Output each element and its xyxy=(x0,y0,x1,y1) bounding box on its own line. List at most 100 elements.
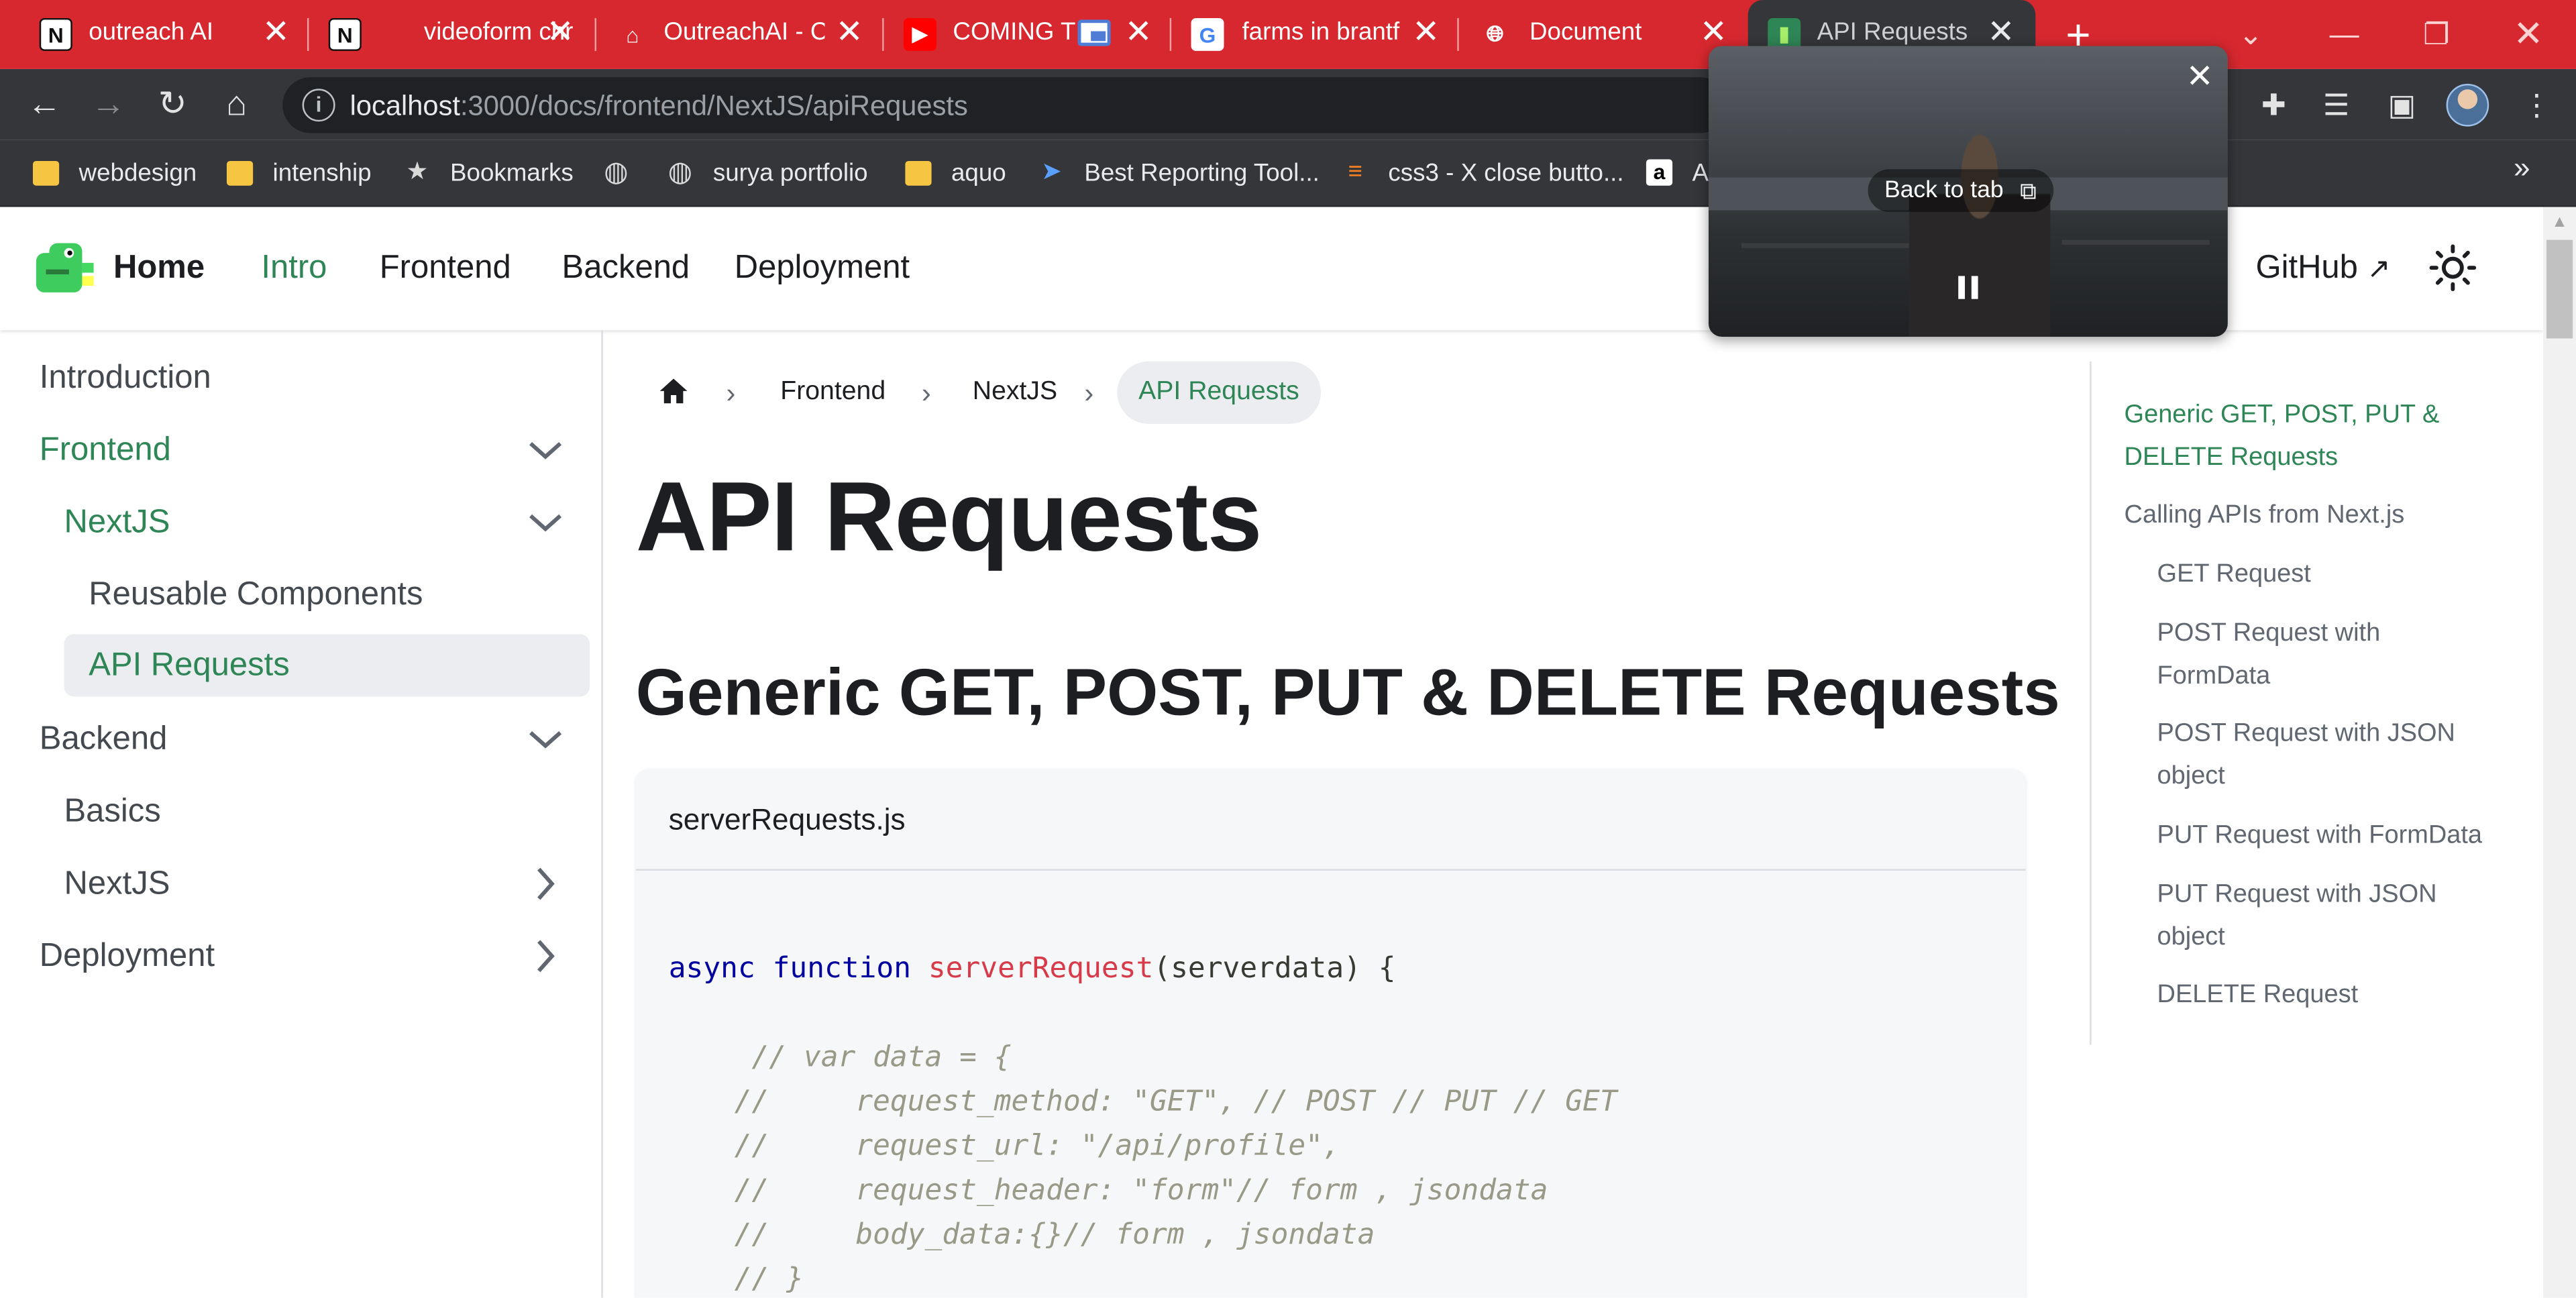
tab-search-chevron-icon[interactable]: ⌄ xyxy=(2226,10,2275,59)
sidebar-item-basics[interactable]: Basics xyxy=(64,780,590,843)
window-close-icon[interactable]: ✕ xyxy=(2504,10,2553,59)
restore-icon[interactable]: ❐ xyxy=(2412,10,2461,59)
browser-tab[interactable]: ⌂ OutreachAI - C ✕ xyxy=(596,0,884,69)
chevron-down-icon[interactable] xyxy=(526,431,566,470)
toc-link-put-json[interactable]: PUT Request with JSON object xyxy=(2157,874,2437,959)
tab-close-icon[interactable]: ✕ xyxy=(833,15,866,51)
bookmark-label: css3 - X close butto... xyxy=(1388,158,1624,186)
breadcrumb-chevron-icon: › xyxy=(1084,378,1094,409)
sidebar-item-backend[interactable]: Backend xyxy=(40,708,590,771)
toc-label: PUT Request with JSON xyxy=(2157,880,2437,909)
kebab-menu-icon[interactable]: ⋮ xyxy=(2517,85,2557,125)
sun-theme-toggle-icon[interactable] xyxy=(2428,243,2477,292)
forward-arrow-icon[interactable]: → xyxy=(87,84,130,127)
docusaurus-logo[interactable] xyxy=(33,240,95,296)
sidebar-item-label: Reusable Components xyxy=(89,576,423,612)
bookmark-item[interactable]: webdesign xyxy=(32,154,197,191)
breadcrumb-nextjs[interactable]: NextJS xyxy=(973,362,1057,424)
pip-back-to-tab-button[interactable]: Back to tab ⧉ xyxy=(1868,169,2053,212)
browser-tab[interactable]: 🌐︎ Document ✕ xyxy=(1459,0,1747,69)
page-title: API Requests xyxy=(635,462,1263,572)
pip-close-icon[interactable]: ✕ xyxy=(2182,59,2218,95)
media-queue-icon[interactable]: ☰ xyxy=(2316,85,2356,125)
tab-close-icon[interactable]: ✕ xyxy=(1409,15,1442,51)
toc-link-generic-requests[interactable]: Generic GET, POST, PUT & DELETE Requests xyxy=(2125,394,2440,480)
external-link-icon: ↗ xyxy=(2367,253,2391,284)
nav-link-backend[interactable]: Backend xyxy=(562,250,690,287)
bookmark-item[interactable]: ◍ surya portfolio xyxy=(667,154,868,191)
nav-link-intro[interactable]: Intro xyxy=(261,250,327,287)
sidebar-item-frontend[interactable]: Frontend xyxy=(40,419,590,481)
reload-icon[interactable]: ↻ xyxy=(151,84,194,127)
toc-link-post-formdata[interactable]: POST Request with FormData xyxy=(2157,612,2381,698)
youtube-icon: ▶ xyxy=(903,17,936,51)
url-host: localhost xyxy=(350,90,460,122)
tab-close-icon[interactable]: ✕ xyxy=(1122,15,1155,51)
browser-tab[interactable]: N videoform chr ✕ xyxy=(309,0,596,69)
pip-video-frame xyxy=(1909,131,2051,337)
bookmarks-overflow-chevron-icon[interactable]: » xyxy=(2514,151,2530,185)
url-path: :3000/docs/frontend/NextJS/apiRequests xyxy=(460,90,968,122)
breadcrumb-chevron-icon: › xyxy=(726,378,736,409)
home-icon[interactable]: ⌂ xyxy=(215,84,258,127)
site-info-icon[interactable]: i xyxy=(302,89,335,122)
bookmark-item[interactable]: ◍ xyxy=(603,154,649,191)
code-comment-line: // var data = { xyxy=(734,1041,1012,1075)
tab-close-icon[interactable]: ✕ xyxy=(260,15,292,51)
bookmark-item[interactable]: aquo xyxy=(905,154,1006,191)
bookmark-label: intenship xyxy=(272,158,372,186)
breadcrumb-frontend[interactable]: Frontend xyxy=(780,362,885,424)
notion-icon: N xyxy=(328,17,362,51)
plane-icon: ➤ xyxy=(1040,158,1062,186)
toc-link-calling-apis[interactable]: Calling APIs from Next.js xyxy=(2125,494,2405,537)
side-panel-icon[interactable]: ▣ xyxy=(2382,85,2422,125)
bookmark-item[interactable]: ≡ css3 - X close butto... xyxy=(1342,154,1624,191)
nav-link-deployment[interactable]: Deployment xyxy=(735,250,910,287)
sidebar-item-label: API Requests xyxy=(89,646,290,683)
chevron-right-icon[interactable] xyxy=(526,864,566,904)
sidebar-item-deployment[interactable]: Deployment xyxy=(40,925,590,987)
bookmark-item[interactable]: ➤ Best Reporting Tool... xyxy=(1038,154,1320,191)
browser-tab[interactable]: N outreach AI ✕ xyxy=(19,0,307,69)
brand-title[interactable]: Home xyxy=(113,250,205,287)
sidebar-item-label: NextJS xyxy=(64,865,170,902)
browser-tab[interactable]: ▶ COMING T ✕ xyxy=(884,0,1172,69)
star-icon: ★ xyxy=(406,158,429,186)
toc-link-delete-request[interactable]: DELETE Request xyxy=(2157,974,2359,1017)
page-scrollbar[interactable] xyxy=(2543,207,2576,1298)
bookmark-label: aquo xyxy=(951,158,1006,186)
toc-link-get-request[interactable]: GET Request xyxy=(2157,553,2311,596)
scrollbar-thumb[interactable] xyxy=(2546,239,2573,339)
sidebar-item-introduction[interactable]: Introduction xyxy=(40,347,590,409)
bookmark-item[interactable]: aA xyxy=(1646,154,1709,191)
url-text[interactable]: localhost:3000/docs/frontend/NextJS/apiR… xyxy=(350,91,968,123)
profile-avatar[interactable] xyxy=(2446,83,2489,127)
back-arrow-icon[interactable]: ← xyxy=(23,84,66,127)
pause-icon[interactable] xyxy=(1951,271,1984,304)
breadcrumb-home-icon[interactable] xyxy=(657,374,690,407)
sidebar-item-api-requests[interactable]: API Requests xyxy=(64,634,590,697)
chevron-down-icon[interactable] xyxy=(526,720,566,759)
chevron-right-icon[interactable] xyxy=(526,936,566,976)
tab-close-icon[interactable]: ✕ xyxy=(544,15,577,51)
address-bar[interactable]: i localhost:3000/docs/frontend/NextJS/ap… xyxy=(282,77,1729,133)
bookmark-item[interactable]: ★ Bookmarks xyxy=(404,154,574,191)
bookmark-item[interactable]: intenship xyxy=(226,154,372,191)
github-link[interactable]: GitHub ↗ xyxy=(2255,250,2390,287)
scroll-up-arrow-icon[interactable]: ▲ xyxy=(2543,210,2576,236)
toc-link-put-formdata[interactable]: PUT Request with FormData xyxy=(2157,815,2483,858)
picture-in-picture-window[interactable]: ✕ Back to tab ⧉ xyxy=(1708,46,2228,337)
code-keyword: async xyxy=(668,953,755,986)
nav-link-frontend[interactable]: Frontend xyxy=(380,250,511,287)
browser-tab[interactable]: G farms in brantf ✕ xyxy=(1171,0,1459,69)
toc-link-post-json[interactable]: POST Request with JSON object xyxy=(2157,713,2455,798)
toc-label: DELETE Requests xyxy=(2124,443,2339,472)
extensions-puzzle-icon[interactable]: ✚ xyxy=(2254,85,2294,125)
sidebar-item-reusable-components[interactable]: Reusable Components xyxy=(89,563,590,626)
chevron-down-icon[interactable] xyxy=(526,502,566,542)
minimize-icon[interactable]: — xyxy=(2320,10,2369,59)
open-in-new-icon: ⧉ xyxy=(2020,177,2037,204)
code-comment-line: // request_url: "/api/profile", xyxy=(734,1130,1340,1163)
sidebar-item-nextjs[interactable]: NextJS xyxy=(64,491,590,553)
sidebar-item-nextjs-backend[interactable]: NextJS xyxy=(64,853,590,915)
